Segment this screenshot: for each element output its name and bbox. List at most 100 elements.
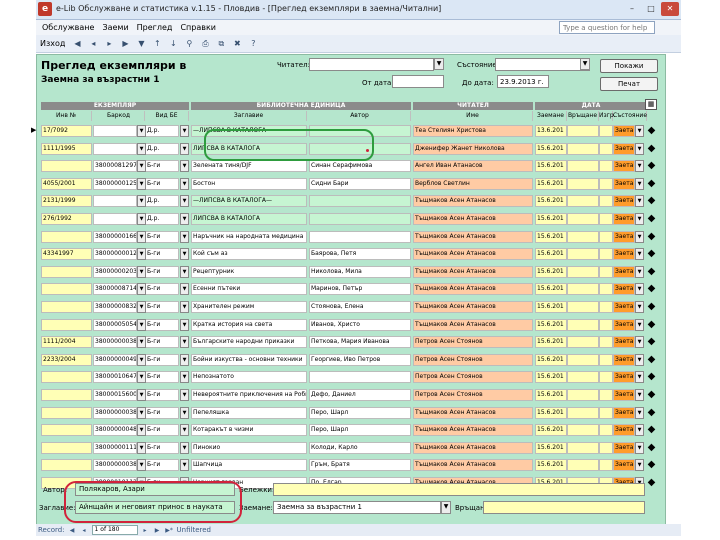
type-dropdown-icon[interactable]: ▼: [180, 406, 189, 419]
cell-late[interactable]: [599, 230, 613, 243]
table-row[interactable]: 380000000485 Б-ги Котаракът в чизми Перо, Ш…: [37, 422, 667, 437]
cell-author[interactable]: [309, 125, 411, 137]
table-row[interactable]: 380000002031 Б-ги Рецептурник Николова, Мил…: [37, 264, 667, 279]
cell-title[interactable]: Българските народни приказки: [191, 336, 307, 349]
type-dropdown-icon[interactable]: ▼: [180, 459, 189, 472]
barcode-dropdown-icon[interactable]: ▼: [137, 353, 146, 366]
cell-loan[interactable]: 15.6.201: [535, 301, 567, 313]
cell-status[interactable]: Заетa: [613, 195, 635, 208]
cell-bar[interactable]: 380000812975: [93, 160, 137, 173]
cell-title[interactable]: Наръчник на народната медицина: [191, 230, 307, 243]
cell-bar[interactable]: 380000000485: [93, 424, 137, 437]
row-action-icon[interactable]: ◆: [645, 319, 658, 331]
cell-title[interactable]: Бойни изкуства - основни техники: [191, 353, 307, 366]
cell-name[interactable]: Тъщмаков Асен Атанасов: [413, 318, 533, 331]
cell-bar[interactable]: 380000106475: [93, 371, 137, 384]
find-icon[interactable]: ⚲: [183, 38, 195, 50]
row-action-icon[interactable]: ◆: [645, 459, 658, 471]
cell-type[interactable]: Б-ги: [145, 459, 179, 472]
cell-ret[interactable]: [567, 283, 599, 296]
cell-type[interactable]: Б-ги: [145, 283, 179, 296]
cell-type[interactable]: Б-ги: [145, 160, 179, 173]
cell-type[interactable]: Б-ги: [145, 230, 179, 243]
filter-status[interactable]: Unfiltered: [177, 526, 211, 534]
cell-type[interactable]: Б-ги: [145, 248, 179, 261]
barcode-dropdown-icon[interactable]: ▼: [137, 459, 146, 472]
cell-loan[interactable]: 15.6.201: [535, 318, 567, 331]
cell-late[interactable]: [599, 248, 613, 261]
cell-type[interactable]: Д.р.: [145, 142, 179, 155]
status-dropdown-icon[interactable]: ▼: [635, 265, 644, 278]
row-action-icon[interactable]: ◆: [645, 442, 658, 454]
barcode-dropdown-icon[interactable]: ▼: [137, 371, 146, 384]
barcode-dropdown-icon[interactable]: ▼: [137, 142, 146, 155]
cell-status[interactable]: Заетa: [613, 213, 635, 225]
cell-name[interactable]: Тъщмаков Асен Атанасов: [413, 424, 533, 437]
row-action-icon[interactable]: ◆: [645, 477, 658, 489]
cell-name[interactable]: Тъщмаков Асен Атанасов: [413, 248, 533, 261]
cell-title[interactable]: Хранителен режим: [191, 301, 307, 313]
table-row[interactable]: 1111/2004 380000000383 Б-ги Българските нар…: [37, 334, 667, 349]
table-row[interactable]: 380000001663 Б-ги Наръчник на народната ме…: [37, 229, 667, 244]
cell-author[interactable]: Петкова, Мария Иванова: [309, 336, 411, 349]
cell-bar[interactable]: 380000008321: [93, 301, 137, 313]
cell-late[interactable]: [599, 125, 613, 137]
cell-name[interactable]: Тъщмаков Асен Атанасов: [413, 301, 533, 313]
cell-late[interactable]: [599, 142, 613, 155]
table-row[interactable]: 380000087143 Б-ги Есенни пътеки Маринов, Пе…: [37, 281, 667, 296]
nav-first-icon[interactable]: ◀: [68, 526, 77, 535]
record-position[interactable]: 1 of 180: [91, 525, 138, 535]
row-action-icon[interactable]: ◆: [645, 407, 658, 419]
cell-ret[interactable]: [567, 230, 599, 243]
cell-inv[interactable]: [41, 265, 92, 278]
barcode-dropdown-icon[interactable]: ▼: [137, 213, 146, 225]
cell-inv[interactable]: [41, 406, 92, 419]
type-dropdown-icon[interactable]: ▼: [180, 318, 189, 331]
barcode-dropdown-icon[interactable]: ▼: [137, 424, 146, 437]
minimize-button[interactable]: –: [623, 2, 641, 16]
cell-title[interactable]: Непознатото: [191, 371, 307, 384]
close-button[interactable]: ✕: [661, 2, 679, 16]
cell-late[interactable]: [599, 371, 613, 384]
row-action-icon[interactable]: ◆: [645, 231, 658, 243]
row-action-icon[interactable]: ◆: [645, 160, 658, 172]
table-row[interactable]: 1111/1995 Д.р. ЛИПСВА В КАТАЛОГА Дженифер Ж…: [37, 141, 667, 156]
col-status[interactable]: Състояние: [613, 111, 647, 121]
cell-status[interactable]: Заетa: [613, 371, 635, 384]
cell-status[interactable]: Заетa: [613, 248, 635, 261]
row-action-icon[interactable]: ◆: [645, 178, 658, 190]
first-record-icon[interactable]: ◀: [71, 38, 83, 50]
status-dropdown-icon[interactable]: ▼: [635, 142, 644, 155]
cell-ret[interactable]: [567, 353, 599, 366]
cell-inv[interactable]: [41, 318, 92, 331]
barcode-dropdown-icon[interactable]: ▼: [137, 230, 146, 243]
table-row[interactable]: 380000001111 Б-ги Пинокио Колоди, Карло Тъщм…: [37, 440, 667, 455]
cell-inv[interactable]: 276/1992: [41, 213, 92, 225]
status-dropdown-icon[interactable]: ▼: [635, 160, 644, 173]
from-date-input[interactable]: [392, 75, 444, 88]
cell-loan[interactable]: 15.6.201: [535, 195, 567, 208]
cell-late[interactable]: [599, 441, 613, 454]
cell-ret[interactable]: [567, 336, 599, 349]
status-dropdown-icon[interactable]: ▼: [635, 283, 644, 296]
row-action-icon[interactable]: ◆: [645, 143, 658, 155]
cell-bar[interactable]: 380000000383: [93, 336, 137, 349]
col-return[interactable]: Връщане: [567, 111, 599, 121]
cell-status[interactable]: Заетa: [613, 389, 635, 401]
status-dropdown-icon[interactable]: ▼: [635, 213, 644, 225]
cell-ret[interactable]: [567, 371, 599, 384]
cell-author[interactable]: Сидни Бари: [309, 177, 411, 190]
cell-late[interactable]: [599, 406, 613, 419]
row-action-icon[interactable]: ◆: [645, 195, 658, 207]
cell-ret[interactable]: [567, 389, 599, 401]
cell-author[interactable]: Колоди, Карло: [309, 441, 411, 454]
cell-bar[interactable]: 380000002031: [93, 265, 137, 278]
cell-title[interactable]: —ЛИПСВА В КАТАЛОГА—: [191, 125, 307, 137]
cell-loan[interactable]: 15.6.201: [535, 248, 567, 261]
cell-title[interactable]: Невероятните приключения на Робинзон Кру…: [191, 389, 307, 401]
col-barcode[interactable]: Баркод: [93, 111, 145, 121]
cell-author[interactable]: Георгиев, Иво Петров: [309, 353, 411, 366]
cell-type[interactable]: Б-ги: [145, 336, 179, 349]
table-row[interactable]: 276/1992 Д.р. ЛИПСВА В КАТАЛОГА Тъщмаков Ас…: [37, 211, 667, 226]
menu-reports[interactable]: Справки: [180, 23, 216, 32]
